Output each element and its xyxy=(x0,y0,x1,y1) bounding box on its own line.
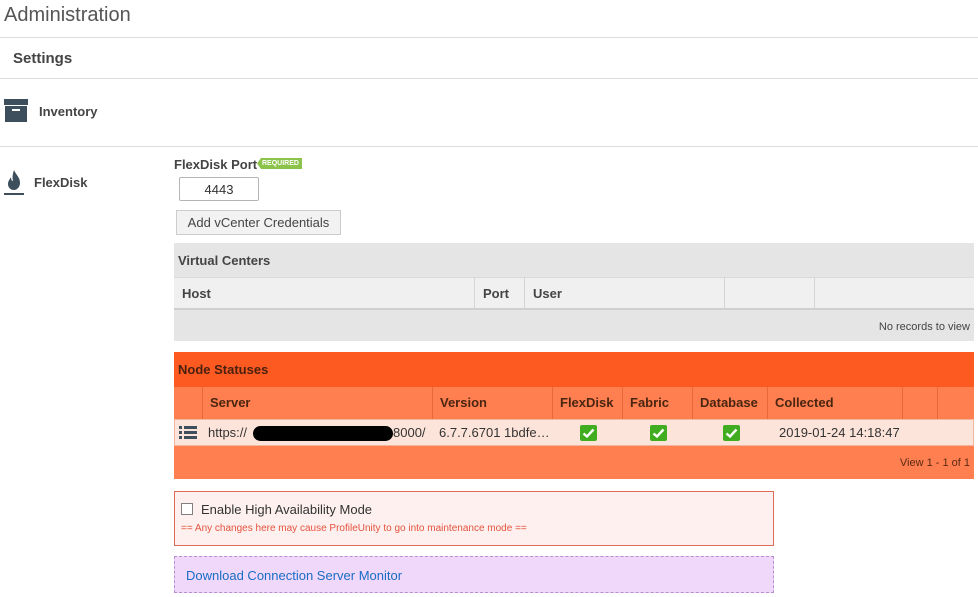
collected-cell: 2019-01-24 14:18:47 xyxy=(779,425,900,440)
version-cell: 6.7.7.6701 1bdfe… xyxy=(439,425,549,440)
ha-checkbox-label[interactable]: Enable High Availability Mode xyxy=(201,502,372,517)
virtual-centers-grid: Virtual Centers Host Port User No record… xyxy=(174,243,974,341)
grid-title: Node Statuses xyxy=(178,362,269,377)
column-header-blank xyxy=(815,278,974,309)
column-header-version[interactable]: Version xyxy=(433,387,553,419)
grid-header: Host Port User xyxy=(174,277,974,310)
node-statuses-grid: Node Statuses Server Version FlexDisk Fa… xyxy=(174,352,974,479)
column-header-database[interactable]: Database xyxy=(693,387,768,419)
nav-item-label: FlexDisk xyxy=(34,175,88,190)
server-prefix: https:// xyxy=(208,425,248,440)
grid-title-bar: Node Statuses xyxy=(174,352,974,387)
grid-footer: No records to view xyxy=(878,321,970,333)
download-panel: Download Connection Server Monitor xyxy=(174,556,774,593)
required-badge: REQUIRED xyxy=(257,158,302,169)
column-header-host[interactable]: Host xyxy=(174,278,475,309)
column-header-port[interactable]: Port xyxy=(475,278,525,309)
archive-box-icon xyxy=(4,99,28,122)
table-row[interactable]: https:// 8000/ 6.7.7.6701 1bdfe… 2019-01… xyxy=(174,419,974,446)
flame-icon xyxy=(4,170,24,195)
high-availability-panel: Enable High Availability Mode == Any cha… xyxy=(174,491,774,546)
download-server-monitor-link[interactable]: Download Connection Server Monitor xyxy=(186,568,402,583)
redaction-mark xyxy=(253,426,393,441)
server-list-icon xyxy=(179,426,197,439)
add-vcenter-credentials-button[interactable]: Add vCenter Credentials xyxy=(176,210,341,235)
section-title: Settings xyxy=(13,50,73,67)
column-header-collected[interactable]: Collected xyxy=(768,387,903,419)
column-header-server[interactable]: Server xyxy=(203,387,433,419)
checkmark-icon xyxy=(580,425,597,441)
ha-warning-text: == Any changes here may cause ProfileUni… xyxy=(181,523,527,534)
page-title: Administration xyxy=(4,4,131,26)
grid-header: Server Version FlexDisk Fabric Database … xyxy=(174,387,974,419)
column-header-icon xyxy=(174,387,203,419)
ha-checkbox[interactable] xyxy=(181,503,193,515)
divider xyxy=(0,78,978,79)
nav-item-label: Inventory xyxy=(39,104,98,119)
checkmark-icon xyxy=(650,425,667,441)
column-header-blank xyxy=(903,387,938,419)
checkmark-icon xyxy=(723,425,740,441)
column-header-blank xyxy=(938,387,974,419)
column-header-fabric[interactable]: Fabric xyxy=(623,387,693,419)
column-header-user[interactable]: User xyxy=(525,278,725,309)
port-input[interactable] xyxy=(179,177,259,201)
grid-footer: View 1 - 1 of 1 xyxy=(899,457,970,469)
divider xyxy=(0,146,978,147)
column-header-blank xyxy=(725,278,815,309)
port-label: FlexDisk Port xyxy=(174,157,258,172)
server-suffix: 8000/ xyxy=(393,425,426,440)
grid-title: Virtual Centers xyxy=(178,253,271,268)
divider xyxy=(0,37,978,38)
column-header-flexdisk[interactable]: FlexDisk xyxy=(553,387,623,419)
